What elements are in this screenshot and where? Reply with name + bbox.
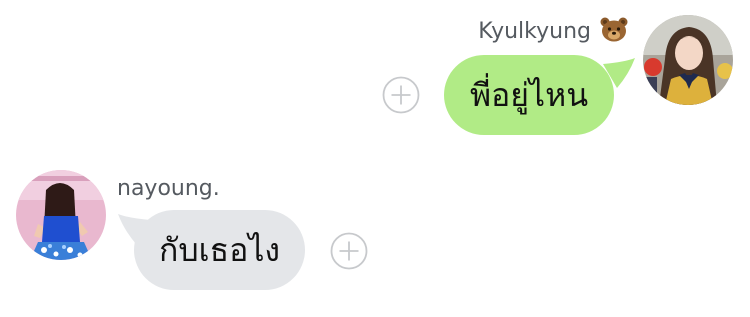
message-bubble-incoming[interactable]: กับเธอไง <box>134 210 305 290</box>
avatar-nayoung[interactable] <box>16 170 106 260</box>
avatar-kyulkyung[interactable] <box>643 15 733 105</box>
message-bubble-outgoing[interactable]: พี่อยู่ไหน <box>444 55 614 135</box>
plus-circle-icon[interactable] <box>382 76 420 114</box>
sender-name-kyulkyung: Kyulkyung <box>478 16 628 45</box>
plus-circle-icon[interactable] <box>330 232 368 270</box>
bubble-tail-outgoing <box>603 58 635 88</box>
message-text: พี่อยู่ไหน <box>469 76 589 114</box>
sender-name-label: Kyulkyung <box>478 19 591 44</box>
bear-face-icon <box>600 17 628 42</box>
message-text: กับเธอไง <box>158 231 281 269</box>
sender-name-nayoung: nayoung. <box>117 176 220 201</box>
